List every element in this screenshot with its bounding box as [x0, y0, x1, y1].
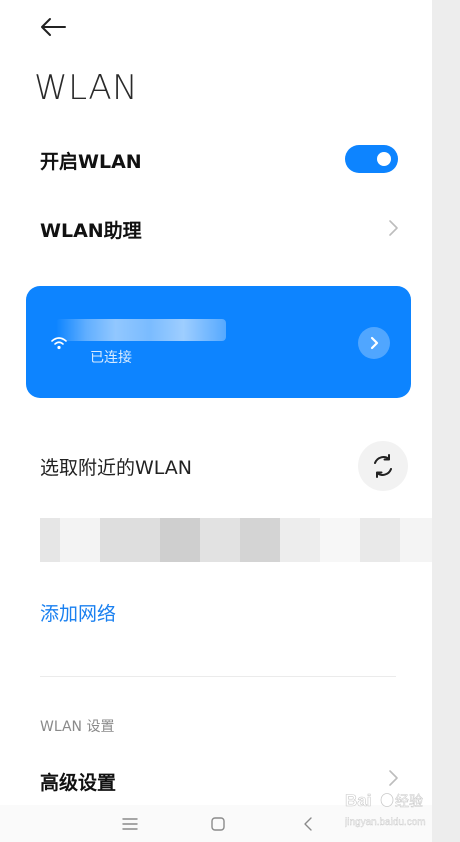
connected-network-card[interactable]: 已连接 [26, 286, 411, 398]
wlan-assistant-label[interactable]: WLAN助理 [40, 216, 142, 243]
chevron-right-icon [370, 336, 379, 350]
divider [40, 676, 396, 677]
back-arrow-icon[interactable] [38, 12, 68, 42]
chevron-right-icon[interactable] [385, 218, 401, 238]
page-title: WLAN [34, 68, 139, 108]
wlan-toggle-label: 开启WLAN [40, 151, 142, 173]
back-icon[interactable] [295, 811, 321, 837]
refresh-button[interactable] [358, 441, 408, 491]
wifi-icon [51, 337, 67, 350]
toggle-knob [377, 152, 391, 166]
watermark-brand: Bai [345, 791, 371, 810]
advanced-settings-label[interactable]: 高级设置 [40, 768, 116, 795]
refresh-icon [374, 454, 392, 478]
wlan-toggle[interactable] [345, 145, 398, 173]
baidu-jingyan-watermark: Bai 经验 jingyan.baidu.com [344, 784, 440, 832]
connection-status: 已连接 [90, 350, 132, 366]
network-details-button[interactable] [358, 327, 390, 359]
network-list-item-redacted[interactable] [40, 518, 432, 562]
screen: WLAN 开启WLAN WLAN助理 已连接 选取附近的WLAN 添加网络 WL… [0, 0, 432, 842]
watermark-url: jingyan.baidu.com [345, 817, 426, 828]
wlan-settings-section-label: WLAN 设置 [40, 719, 115, 735]
right-margin [432, 0, 460, 842]
home-icon[interactable] [205, 811, 231, 837]
add-network-link[interactable]: 添加网络 [40, 599, 116, 626]
menu-icon[interactable] [117, 811, 143, 837]
nearby-networks-label: 选取附近的WLAN [40, 457, 193, 479]
watermark-brand-sub: 经验 [395, 794, 423, 810]
network-name-redacted [56, 319, 226, 341]
